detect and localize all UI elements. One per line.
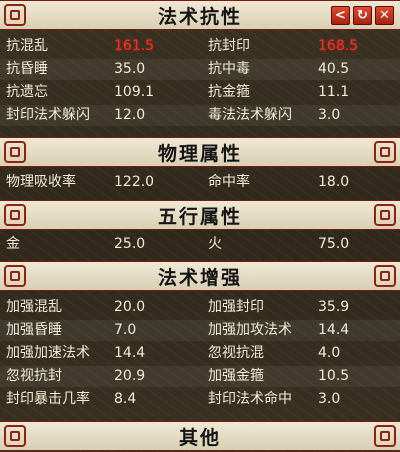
stat-row: 抗混乱 161.5 抗封印 168.5: [0, 36, 400, 57]
stat-row: 抗遗忘 109.1 抗金箍 11.1: [0, 82, 400, 103]
attribute-panel: 法术抗性 < ↻ ✕ 抗混乱 161.5 抗封印 168.5 抗昏睡 35.0 …: [0, 0, 400, 452]
section-title: 五行属性: [157, 205, 242, 228]
stat-value: 11.1: [318, 84, 350, 100]
stat-row: 金 25.0 火 75.0: [0, 234, 400, 255]
stat-label: 忽视抗混: [208, 345, 264, 361]
stat-label: 加强混乱: [6, 299, 62, 315]
stat-value: 122.0: [114, 174, 155, 190]
ornament-icon: [374, 265, 396, 287]
ornament-icon: [374, 141, 396, 163]
stat-label: 加强昏睡: [6, 322, 62, 338]
stat-label: 加强加速法术: [6, 345, 90, 361]
section-header-physical: 物理属性: [0, 137, 400, 167]
stat-label: 抗混乱: [6, 38, 48, 54]
stat-value: 40.5: [318, 61, 350, 77]
stat-label: 封印法术命中: [208, 391, 292, 407]
stat-value: 25.0: [114, 236, 146, 252]
section-header-spell-enhance: 法术增强: [0, 261, 400, 291]
stat-row: 抗昏睡 35.0 抗中毒 40.5: [0, 59, 400, 80]
stat-label: 封印法术躲闪: [6, 107, 90, 123]
refresh-icon[interactable]: ↻: [353, 6, 372, 25]
stat-value: 161.5: [114, 38, 155, 54]
stat-value: 168.5: [318, 38, 359, 54]
stat-value: 8.4: [114, 391, 137, 407]
stat-row: 加强加速法术 14.4 忽视抗混 4.0: [0, 343, 400, 364]
section-header-five-elements: 五行属性: [0, 200, 400, 230]
stat-value: 18.0: [318, 174, 350, 190]
stat-label: 封印暴击几率: [6, 391, 90, 407]
stat-label: 加强金箍: [208, 368, 264, 384]
section-title: 物理属性: [157, 142, 242, 165]
stat-label: 抗昏睡: [6, 61, 48, 77]
stat-value: 20.9: [114, 368, 146, 384]
stat-row: 加强昏睡 7.0 加强加攻法术 14.4: [0, 320, 400, 341]
stat-value: 3.0: [318, 107, 341, 123]
stat-row: 加强混乱 20.0 加强封印 35.9: [0, 297, 400, 318]
stat-value: 7.0: [114, 322, 137, 338]
stat-value: 10.5: [318, 368, 350, 384]
stat-label: 加强封印: [208, 299, 264, 315]
stat-label: 加强加攻法术: [208, 322, 292, 338]
section-title: 其他: [178, 426, 221, 449]
stat-label: 抗封印: [208, 38, 250, 54]
stat-value: 14.4: [114, 345, 146, 361]
stat-row: 物理吸收率 122.0 命中率 18.0: [0, 172, 400, 193]
stat-label: 毒法法术躲闪: [208, 107, 292, 123]
share-icon[interactable]: <: [331, 6, 350, 25]
stat-label: 抗中毒: [208, 61, 250, 77]
stat-label: 物理吸收率: [6, 174, 76, 190]
section-header-spell-resistance: 法术抗性 < ↻ ✕: [0, 0, 400, 30]
stat-label: 火: [208, 236, 222, 252]
stat-row: 封印法术躲闪 12.0 毒法法术躲闪 3.0: [0, 105, 400, 126]
stat-value: 14.4: [318, 322, 350, 338]
stat-label: 忽视抗封: [6, 368, 62, 384]
window-controls: < ↻ ✕: [331, 6, 394, 25]
ornament-icon: [374, 425, 396, 447]
stat-value: 12.0: [114, 107, 146, 123]
stat-label: 抗金箍: [208, 84, 250, 100]
stat-value: 20.0: [114, 299, 146, 315]
section-title: 法术增强: [157, 266, 242, 289]
stat-row: 封印暴击几率 8.4 封印法术命中 3.0: [0, 389, 400, 410]
stat-value: 75.0: [318, 236, 350, 252]
stat-value: 3.0: [318, 391, 341, 407]
section-header-other: 其他: [0, 421, 400, 451]
stat-value: 35.9: [318, 299, 350, 315]
stat-label: 金: [6, 236, 20, 252]
close-icon[interactable]: ✕: [375, 6, 394, 25]
stat-value: 109.1: [114, 84, 155, 100]
ornament-icon: [374, 204, 396, 226]
stat-row: 忽视抗封 20.9 加强金箍 10.5: [0, 366, 400, 387]
stat-label: 命中率: [208, 174, 250, 190]
stat-value: 4.0: [318, 345, 341, 361]
stat-value: 35.0: [114, 61, 146, 77]
stat-label: 抗遗忘: [6, 84, 48, 100]
